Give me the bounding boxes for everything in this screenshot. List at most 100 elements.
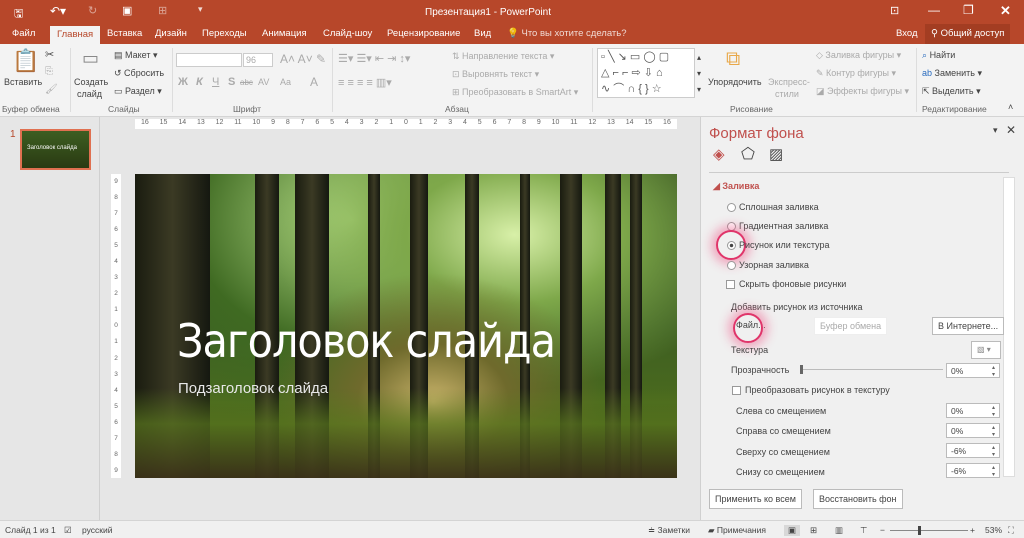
notes-button[interactable]: ≐ Заметки [648,525,690,536]
zoom-in-icon[interactable]: + [970,525,975,535]
smartart-button[interactable]: ⊞ Преобразовать в SmartArt ▾ [452,87,578,98]
slideshow-view-icon[interactable]: ⊤ [860,525,867,536]
font-color-button[interactable]: A [310,75,318,89]
language[interactable]: русский [82,525,113,535]
shape-fill-button[interactable]: ◇ Заливка фигуры ▾ [816,50,901,61]
solid-fill-radio[interactable] [727,203,736,212]
close-icon[interactable]: ✕ [1000,3,1011,19]
redo-icon[interactable]: ↻ [88,4,97,17]
shape-effects-button[interactable]: ◪ Эффекты фигуры ▾ [816,86,909,97]
customize-icon[interactable]: ▾ [198,4,203,15]
paste-icon[interactable]: 📋 [12,48,39,74]
slide-sorter-icon[interactable]: ⊞ [810,525,817,536]
hide-background-checkbox[interactable] [726,280,735,289]
zoom-slider-thumb[interactable] [918,526,922,535]
tab-design[interactable]: Дизайн [155,28,187,39]
tab-slideshow[interactable]: Слайд-шоу [323,28,372,39]
apply-to-all-button[interactable]: Применить ко всем [709,489,802,509]
bold-button[interactable]: Ж [178,76,188,88]
tab-animations[interactable]: Анимация [262,28,307,39]
char-spacing-button[interactable]: AV [258,77,269,87]
cut-icon[interactable]: ✂ [45,48,54,61]
transparency-input[interactable]: 0% [946,363,1000,378]
quick-styles-button[interactable]: Экспресс- [768,77,810,87]
reset-button[interactable]: ↺ Сбросить [114,68,164,79]
layout-button[interactable]: ▤ Макет ▾ [114,50,158,61]
shadow-button[interactable]: S [228,76,235,88]
gallery-scroll[interactable]: ▴ ▾ ▾ [697,50,701,98]
tell-me-search[interactable]: 💡 Что вы хотите сделать? [507,28,627,39]
arrange-icon[interactable]: ⧉ [726,48,740,71]
tab-insert[interactable]: Вставка [107,28,142,39]
slide-thumbnail[interactable]: Заголовок слайда [20,129,91,170]
zoom-out-icon[interactable]: − [880,525,885,535]
tab-transitions[interactable]: Переходы [202,28,247,39]
shape-outline-button[interactable]: ✎ Контур фигуры ▾ [816,68,896,79]
spellcheck-icon[interactable]: ☑ [64,525,72,536]
tab-file[interactable]: Файл [12,28,35,39]
transparency-slider[interactable] [801,369,943,370]
new-slide-button[interactable]: Создать [74,77,108,87]
share-button[interactable]: ⚲ Общий доступ [925,24,1011,44]
minimize-icon[interactable]: — [928,3,940,17]
normal-view-icon[interactable]: ▣ [784,525,801,536]
pane-options-icon[interactable]: ▾ [993,125,998,136]
touch-mode-icon[interactable]: ⊞ [158,4,167,17]
new-slide-icon[interactable]: ▭ [82,48,99,69]
offset-right-input[interactable]: 0% [946,423,1000,438]
effects-tab-icon[interactable]: ⬠ [741,144,755,164]
save-icon[interactable]: 🖫 [14,5,23,24]
font-size-input[interactable]: 96 [243,53,273,67]
section-button[interactable]: ▭ Раздел ▾ [114,86,162,97]
fill-tab-icon[interactable]: ◈ [713,145,725,163]
zoom-level[interactable]: 53% [985,525,1002,535]
select-button[interactable]: ⇱ Выделить ▾ [922,86,981,97]
strikethrough-button[interactable]: abc [240,78,253,87]
texture-dropdown[interactable]: ▧ ▾ [971,341,1001,359]
quick-styles-dropdown[interactable]: стили [775,89,799,99]
zoom-slider[interactable] [890,530,968,531]
offset-left-input[interactable]: 0% [946,403,1000,418]
offset-top-input[interactable]: -6% [946,443,1000,458]
bullets-icon[interactable]: ☰▾ ☰▾ ⇤ ⇥ ↕▾ [338,52,410,65]
format-painter-icon[interactable]: 🖌 [45,84,58,95]
comments-button[interactable]: ▰ Примечания [708,525,766,536]
italic-button[interactable]: К [196,76,203,88]
transparency-slider-thumb[interactable] [800,365,803,374]
undo-icon[interactable]: ↶▾ [50,4,66,18]
online-button[interactable]: В Интернете... [932,317,1005,335]
copy-icon[interactable]: ⎘ [45,66,53,77]
tab-review[interactable]: Рецензирование [387,28,460,39]
underline-button[interactable]: Ч [212,76,219,88]
slide-canvas[interactable]: Заголовок слайда Подзаголовок слайда [135,174,677,478]
signin-link[interactable]: Вход [896,28,918,39]
pane-scrollbar[interactable] [1003,177,1015,477]
picture-tab-icon[interactable]: ▨ [769,145,783,163]
tile-checkbox[interactable] [732,386,741,395]
align-icons[interactable]: ≡ ≡ ≡ ≡ ▥▾ [338,76,392,89]
tab-home[interactable]: Главная [50,26,101,44]
reading-view-icon[interactable]: ▥ [835,525,843,536]
change-case-button[interactable]: Aa [280,77,291,87]
replace-button[interactable]: ab Заменить ▾ [922,68,982,79]
text-direction-button[interactable]: ⇅ Направление текста ▾ [452,51,554,62]
align-text-button[interactable]: ⊡ Выровнять текст ▾ [452,69,539,80]
tab-view[interactable]: Вид [474,28,491,39]
offset-bottom-input[interactable]: -6% [946,463,1000,478]
shapes-gallery[interactable]: ▫ ╲ ↘ ▭ ◯ ▢ △ ⌐ ⌐ ⇨ ⇩ ⌂ ∿ ⌒ ∩ { } ☆ [597,48,695,98]
slideshow-icon[interactable]: ▣ [122,4,132,17]
ribbon-options-icon[interactable]: ⊡ [890,4,899,17]
reset-background-button[interactable]: Восстановить фон [813,489,903,509]
arrange-button[interactable]: Упорядочить [708,77,762,87]
slide-subtitle[interactable]: Подзаголовок слайда [178,380,328,397]
clipboard-button[interactable]: Буфер обмена [814,317,888,335]
collapse-ribbon-icon[interactable]: ˄ [1008,102,1013,112]
slide-title[interactable]: Заголовок слайда [177,314,556,368]
pane-close-icon[interactable]: ✕ [1006,123,1016,137]
font-name-input[interactable] [176,53,242,67]
find-button[interactable]: ⌕ Найти [922,50,955,61]
fit-to-window-icon[interactable]: ⛶ [1008,525,1014,536]
grow-font-icon[interactable]: A˄ A˅ ✎ [280,52,326,66]
new-slide-dropdown[interactable]: слайд [77,89,102,99]
pattern-fill-radio[interactable] [727,261,736,270]
